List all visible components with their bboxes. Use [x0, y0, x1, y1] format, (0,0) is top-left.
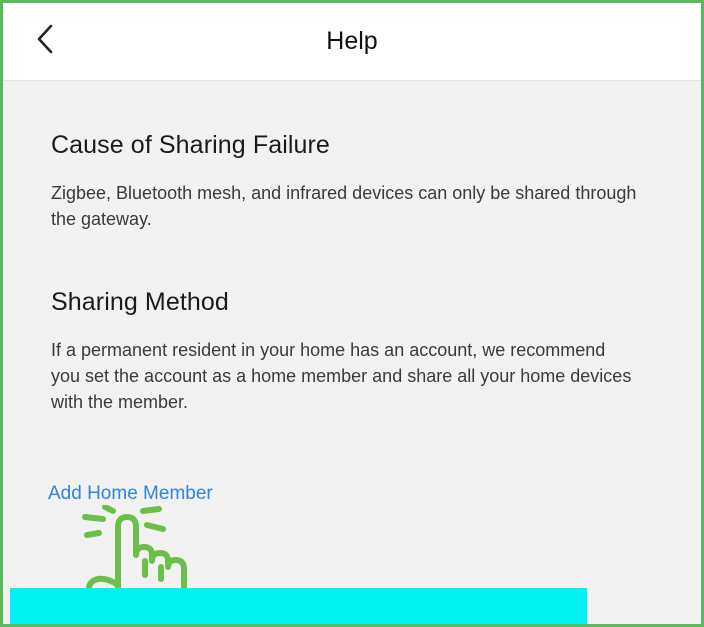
section-sharing-failure: Cause of Sharing Failure Zigbee, Bluetoo… — [51, 131, 641, 232]
section-title: Cause of Sharing Failure — [51, 131, 330, 159]
nav-header: Help — [3, 3, 701, 81]
chevron-left-icon — [35, 23, 55, 60]
add-home-member-link[interactable]: Add Home Member — [48, 483, 213, 505]
bottom-highlight-bar — [10, 588, 587, 624]
section-sharing-method: Sharing Method If a permanent resident i… — [51, 288, 636, 415]
section-body: If a permanent resident in your home has… — [51, 340, 632, 412]
section-title: Sharing Method — [51, 288, 229, 316]
back-button[interactable] — [25, 21, 65, 61]
page-title: Help — [326, 27, 378, 55]
app-frame: Help Cause of Sharing Failure Zigbee, Bl… — [0, 0, 704, 627]
section-body: Zigbee, Bluetooth mesh, and infrared dev… — [51, 183, 637, 229]
